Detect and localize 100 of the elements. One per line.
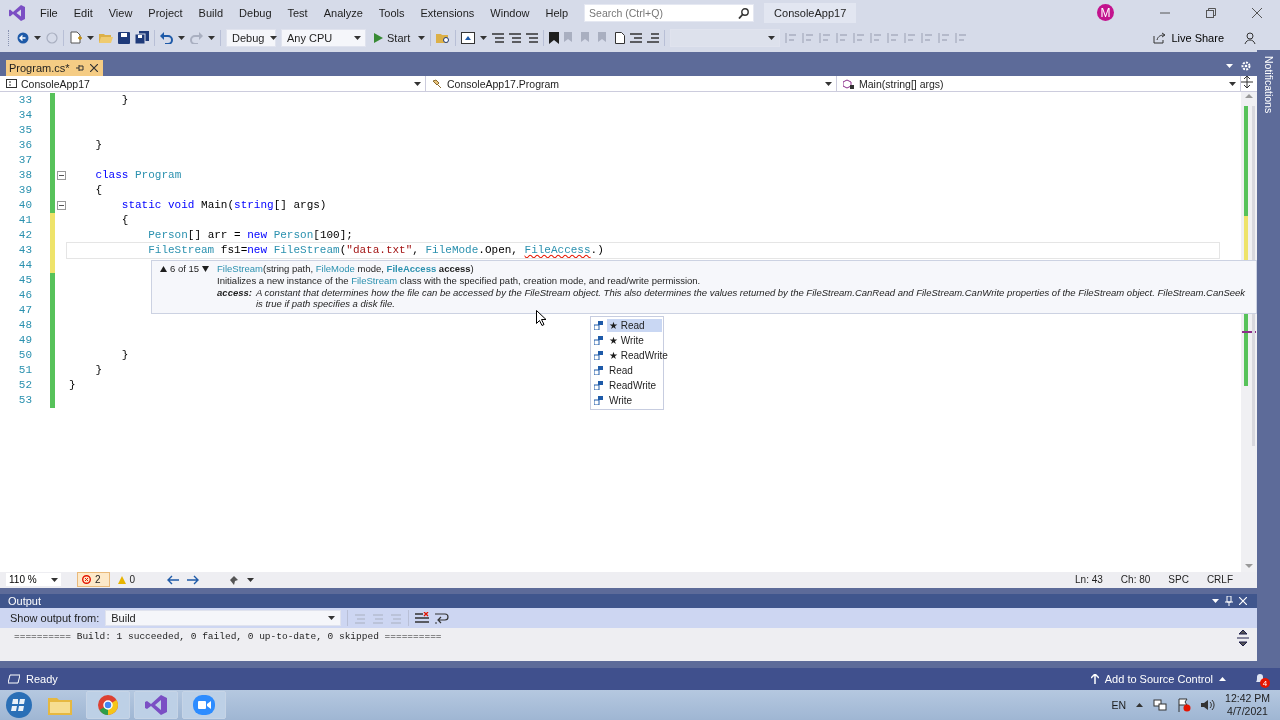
caret-icon[interactable] (480, 35, 488, 40)
list-icon[interactable] (509, 31, 522, 44)
search-field[interactable]: Search (Ctrl+Q) (584, 3, 755, 22)
source-label: Show output from: (10, 612, 100, 625)
completion-item[interactable]: ★ Read (607, 319, 662, 333)
clock-time[interactable]: 12:42 PM (1225, 692, 1270, 705)
save-icon[interactable] (118, 31, 130, 44)
dropdown-icon[interactable] (1212, 599, 1219, 603)
video-call-taskbar-button[interactable] (182, 691, 226, 719)
clear-all-icon[interactable] (415, 612, 430, 625)
start-button[interactable]: Start (371, 28, 414, 47)
new-item-icon[interactable] (69, 31, 82, 44)
caret-icon[interactable] (354, 35, 361, 40)
window-icon[interactable] (461, 31, 476, 44)
caret-icon[interactable] (768, 35, 776, 40)
menu-item[interactable]: Help (537, 6, 577, 19)
whitespace-mode[interactable]: SPC (1168, 574, 1189, 586)
back-icon[interactable] (17, 31, 29, 44)
close-icon[interactable] (89, 64, 98, 73)
split-icon[interactable] (1241, 76, 1253, 89)
menu-item[interactable]: File (32, 6, 66, 19)
line-position[interactable]: Ln: 43 (1075, 574, 1103, 586)
caret-icon[interactable] (51, 577, 58, 582)
menu-item[interactable]: Project (140, 6, 191, 19)
completion-item[interactable]: ReadWrite (607, 379, 662, 393)
zoom-dropdown[interactable]: 110 % (6, 573, 61, 587)
scroll-arrows-icon[interactable] (1237, 627, 1249, 648)
bookmark-icon[interactable] (549, 31, 560, 44)
speaker-icon[interactable] (1201, 699, 1216, 711)
menu-item[interactable]: Test (279, 6, 316, 19)
avatar[interactable]: M (1097, 4, 1114, 21)
live-share-button[interactable]: Live Share (1147, 30, 1230, 45)
completion-item[interactable]: ★ ReadWrite (607, 349, 670, 363)
completion-item[interactable]: ★ Write (607, 334, 662, 348)
find-folder-icon[interactable] (436, 31, 451, 44)
menu-item[interactable]: Edit (65, 6, 101, 19)
caret-icon[interactable] (87, 35, 94, 40)
menu-item[interactable]: Analyze (315, 6, 371, 19)
caret-icon[interactable] (247, 577, 255, 582)
save-all-icon[interactable] (135, 31, 149, 44)
dropdown-icon[interactable] (1226, 64, 1233, 69)
feedback-icon[interactable] (1243, 30, 1257, 45)
column-position[interactable]: Ch: 80 (1120, 574, 1151, 586)
comment-icon[interactable] (647, 31, 660, 44)
forward-arrow-icon[interactable] (187, 574, 200, 585)
word-wrap-icon[interactable] (435, 612, 450, 625)
menu-item[interactable]: Tools (370, 6, 413, 19)
up-arrow-icon[interactable] (160, 265, 167, 272)
caret-icon[interactable] (178, 35, 185, 40)
close-icon[interactable] (1252, 7, 1262, 18)
document-icon[interactable] (615, 31, 626, 44)
down-arrow-icon[interactable] (202, 265, 210, 272)
language-indicator[interactable]: EN (1111, 699, 1127, 711)
collapse-icon[interactable] (56, 201, 66, 211)
caret-icon[interactable] (1229, 81, 1236, 86)
platform-dropdown[interactable]: Any CPU (281, 28, 366, 47)
type-dropdown[interactable]: ConsoleApp17.Program (426, 76, 837, 92)
menu-item[interactable]: Window (482, 6, 538, 19)
restore-icon[interactable] (1206, 7, 1216, 18)
list-icon[interactable] (526, 31, 539, 44)
network-icon[interactable] (1153, 698, 1168, 712)
project-dropdown[interactable]: ConsoleApp17 (0, 76, 426, 92)
error-count[interactable]: 2 (77, 572, 110, 588)
caret-icon[interactable] (270, 35, 278, 40)
undo-icon[interactable] (160, 31, 173, 44)
notifications-tab[interactable]: Notifications (1262, 56, 1275, 116)
list-icon[interactable] (492, 31, 505, 44)
menu-item[interactable]: View (100, 6, 141, 19)
line-ending[interactable]: CRLF (1206, 574, 1233, 586)
member-dropdown[interactable]: Main(string[] args) (837, 76, 1241, 92)
collapse-icon[interactable] (56, 171, 66, 181)
search-icon[interactable] (738, 7, 750, 19)
line-number: 36 (17, 138, 32, 154)
warning-count[interactable]: 0 (117, 574, 136, 586)
caret-icon[interactable] (825, 81, 832, 86)
caret-icon[interactable] (328, 616, 336, 621)
settings-icon[interactable] (1241, 61, 1251, 72)
start-orb-icon[interactable] (4, 691, 34, 719)
clock-date[interactable]: 4/7/2021 (1227, 705, 1268, 718)
line-number: 35 (17, 123, 32, 139)
editor-tab[interactable]: Program.cs* (6, 60, 103, 77)
output-source-dropdown[interactable]: Build (105, 610, 342, 627)
indent-icon[interactable] (630, 31, 643, 44)
caret-icon[interactable] (414, 81, 421, 86)
configuration-dropdown[interactable]: Debug (226, 28, 276, 47)
tray-expand-icon[interactable] (1136, 703, 1144, 707)
browser-taskbar-button[interactable] (86, 691, 130, 719)
pin-icon[interactable] (75, 64, 84, 73)
completion-item[interactable]: Read (607, 364, 662, 378)
ide-taskbar-button[interactable] (134, 691, 178, 719)
completion-item[interactable]: Write (607, 394, 662, 408)
flag-icon[interactable] (1177, 698, 1192, 712)
caret-icon[interactable] (208, 35, 215, 40)
back-arrow-icon[interactable] (167, 574, 180, 585)
menu-item[interactable]: Debug (231, 6, 280, 19)
source-control-button[interactable]: Add to Source Control (1084, 672, 1232, 686)
caret-icon[interactable] (34, 35, 41, 40)
caret-icon[interactable] (418, 35, 426, 40)
menu-item[interactable]: Build (190, 6, 232, 19)
menu-item[interactable]: Extensions (412, 6, 483, 19)
